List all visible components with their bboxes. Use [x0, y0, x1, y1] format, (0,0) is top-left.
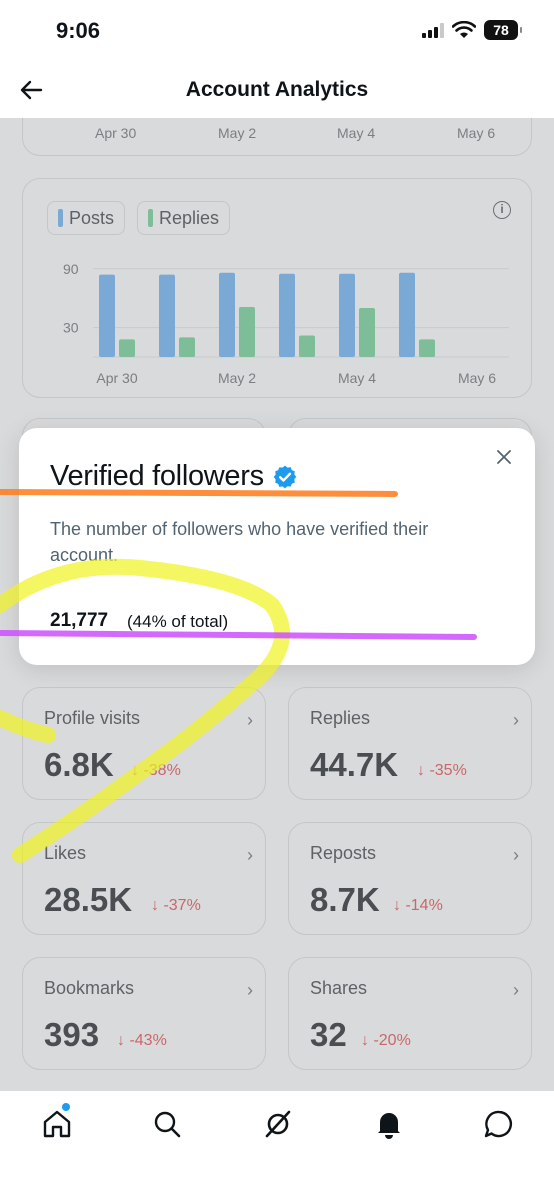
verified-badge-icon — [273, 465, 297, 488]
chevron-right-icon: › — [247, 710, 253, 730]
legend-posts[interactable]: Posts — [47, 201, 126, 235]
legend-swatch — [148, 209, 153, 227]
x-tick-label: May 6 — [457, 125, 496, 141]
x-tick-label: May 2 — [218, 125, 257, 141]
stat-label: Replies — [310, 708, 371, 728]
chevron-right-icon: › — [247, 980, 253, 1000]
stat-value: 44.7K — [310, 746, 399, 783]
popover-title: Verified followers — [50, 460, 298, 493]
stat-card-replies[interactable]: Replies › 44.7K ↓ -35% — [288, 687, 532, 800]
y-tick-label: 90 — [63, 261, 79, 277]
legend-replies[interactable]: Replies — [137, 201, 231, 235]
stat-change: ↓ -38% — [131, 762, 181, 779]
stat-card-reposts[interactable]: Reposts › 8.7K ↓ -14% — [288, 822, 532, 935]
bar-replies — [299, 335, 315, 357]
bar-chart: 90 30 Apr 30 May 2 May 4 May 6 — [63, 261, 509, 386]
bar-posts — [279, 273, 295, 357]
stat-label: Shares — [310, 978, 368, 998]
popover-title-text: Verified followers — [50, 460, 264, 492]
stat-value: 6.8K — [44, 746, 114, 783]
x-tick-label: May 6 — [458, 370, 496, 386]
messages-icon[interactable] — [482, 1107, 516, 1141]
bottom-tab-bar — [0, 1091, 554, 1199]
stat-value: 28.5K — [44, 881, 133, 918]
stat-change: ↓ -43% — [117, 1032, 167, 1049]
stat-change: ↓ -35% — [417, 762, 467, 779]
cellular-signal-icon — [422, 22, 444, 38]
bar-posts — [99, 274, 115, 357]
chevron-right-icon: › — [247, 845, 253, 865]
bar-posts — [399, 272, 415, 357]
x-tick-label: May 4 — [338, 370, 376, 386]
y-tick-label: 30 — [63, 320, 79, 336]
close-icon[interactable] — [495, 448, 513, 466]
posts-replies-chart-card: Posts Replies i 90 30 Apr 30 May 2 May 4 May … — [22, 178, 532, 398]
chevron-right-icon: › — [513, 710, 519, 730]
stat-value: 8.7K — [310, 881, 380, 918]
legend-label: Posts — [69, 207, 115, 228]
legend-swatch — [58, 209, 63, 227]
chevron-right-icon: › — [513, 845, 519, 865]
battery-icon: 78 — [484, 20, 522, 40]
bar-posts — [159, 274, 175, 357]
home-icon[interactable] — [40, 1107, 74, 1141]
stat-change: ↓ -20% — [361, 1032, 411, 1049]
bar-replies — [359, 308, 375, 357]
stat-card-shares[interactable]: Shares › 32 ↓ -20% — [288, 957, 532, 1070]
header-bar: Account Analytics — [0, 62, 554, 118]
stat-label: Profile visits — [44, 708, 141, 728]
status-bar: 9:06 78 — [0, 0, 554, 62]
notifications-icon[interactable] — [372, 1107, 406, 1141]
bar-replies — [419, 339, 435, 357]
bar-replies — [119, 339, 135, 357]
stat-value: 393 — [44, 1016, 100, 1053]
verified-followers-percent: (44% of total) — [127, 612, 229, 631]
stat-label: Bookmarks — [44, 978, 135, 998]
stat-card-bookmarks[interactable]: Bookmarks › 393 ↓ -43% — [22, 957, 266, 1070]
status-time: 9:06 — [56, 18, 101, 43]
bar-posts — [339, 273, 355, 357]
stat-label: Likes — [44, 843, 87, 863]
wifi-icon — [452, 21, 476, 38]
stat-card-likes[interactable]: Likes › 28.5K ↓ -37% — [22, 822, 266, 935]
x-tick-label: Apr 30 — [95, 125, 137, 141]
info-icon[interactable]: i — [493, 201, 511, 219]
bar-posts — [219, 272, 235, 357]
notification-dot — [62, 1103, 70, 1111]
chevron-right-icon: › — [513, 980, 519, 1000]
x-tick-label: May 4 — [337, 125, 376, 141]
stat-label: Reposts — [310, 843, 377, 863]
verified-followers-count: 21,777 — [50, 610, 109, 631]
stat-card-profile-visits[interactable]: Profile visits › 6.8K ↓ -38% — [22, 687, 266, 800]
bar-replies — [239, 307, 255, 357]
stat-change: ↓ -37% — [151, 897, 201, 914]
legend-label: Replies — [159, 207, 220, 228]
page-title: Account Analytics — [185, 78, 369, 101]
status-icons: 78 — [422, 20, 522, 40]
popover-description: The number of followers who have verifie… — [50, 519, 429, 565]
previous-chart-card: Apr 30 May 2 May 4 May 6 — [22, 118, 532, 156]
search-icon[interactable] — [150, 1107, 184, 1141]
stat-change: ↓ -14% — [393, 897, 443, 914]
verified-followers-popover: Verified followers The number of followe… — [19, 428, 535, 665]
stat-value: 32 — [310, 1016, 347, 1053]
x-tick-label: May 2 — [218, 370, 256, 386]
x-tick-label: Apr 30 — [96, 370, 137, 386]
grok-icon[interactable] — [261, 1107, 295, 1141]
bar-replies — [179, 337, 195, 357]
